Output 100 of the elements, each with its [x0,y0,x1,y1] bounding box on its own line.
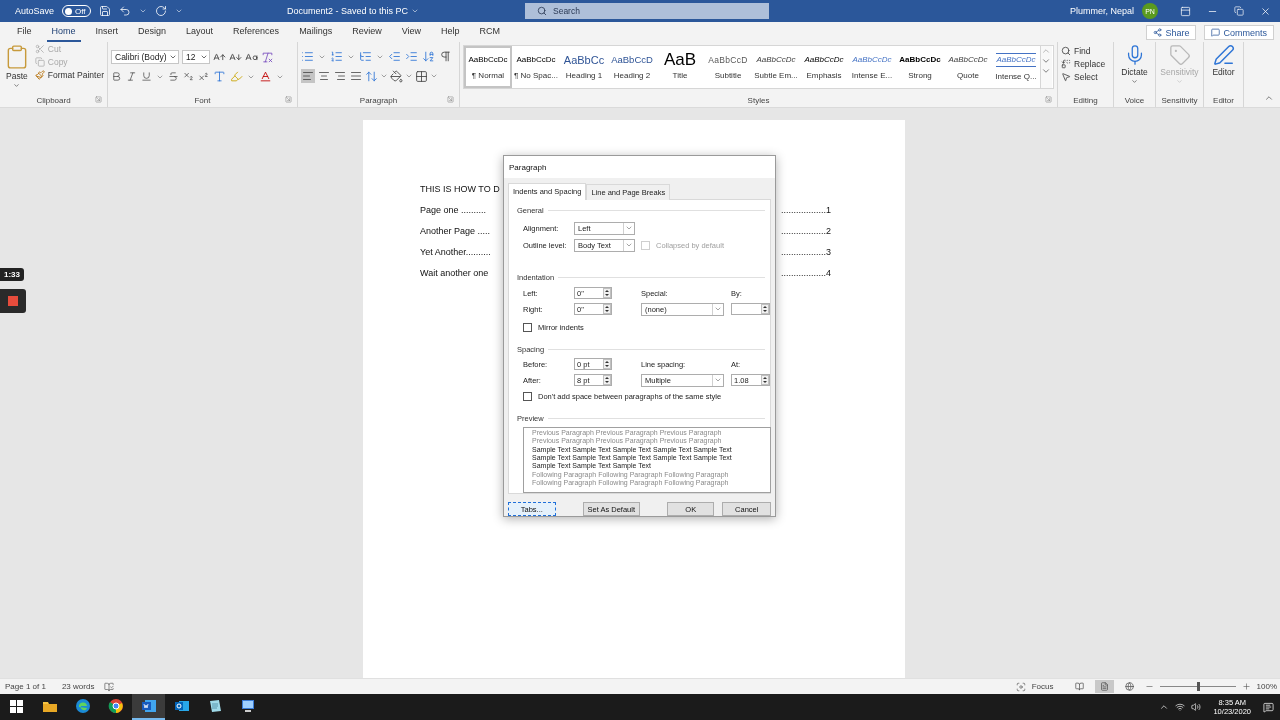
dictate-button[interactable]: Dictate [1117,44,1152,93]
align-right-button[interactable] [333,69,347,83]
ribbon-tab[interactable]: Layout [181,26,219,42]
strikethrough-icon[interactable] [168,71,179,82]
document-app-icon[interactable] [140,698,157,714]
bullets-icon[interactable] [301,50,314,63]
replace-button[interactable]: Replace [1061,59,1106,69]
style-item[interactable]: AaBbCcDc Intense Q... [992,46,1040,88]
bold-icon[interactable] [111,71,122,82]
dialog-launcher-icon[interactable] [447,96,454,103]
shading-icon[interactable] [390,69,403,83]
font-name-field[interactable]: Calibri (Body) [111,50,179,64]
decrease-indent-icon[interactable] [388,50,401,63]
caret-icon[interactable] [714,305,722,313]
style-item[interactable]: AaBbCcDc Strong [896,46,944,88]
up-down-arrows-icon[interactable] [761,304,769,314]
ribbon-display-icon[interactable] [1180,5,1191,17]
checkbox[interactable] [523,391,532,401]
style-item[interactable]: AaBbCcDc Emphasis [800,46,848,88]
comments-button[interactable]: Comments [1204,25,1274,40]
caret-icon[interactable] [625,241,633,249]
caret-icon[interactable] [169,53,177,61]
notifications-icon[interactable] [1263,701,1274,713]
redo-icon[interactable] [154,5,167,17]
align-left-button[interactable] [301,69,315,83]
style-item[interactable]: AaBbCcDc Subtle Em... [752,46,800,88]
dialog-launcher-icon[interactable] [285,96,292,103]
ribbon-tab[interactable]: Help [436,26,465,42]
caret-icon[interactable] [405,72,413,80]
style-item[interactable]: AaBbCcDc ¶ Normal [464,46,512,88]
line-spacing-icon[interactable] [365,69,378,83]
multilevel-list-icon[interactable] [359,50,372,63]
by-field[interactable] [731,303,770,315]
underline-icon[interactable] [141,71,152,82]
print-layout-button[interactable] [1094,680,1114,693]
volume-icon[interactable] [1191,702,1202,712]
style-item[interactable]: AaB Title [656,46,704,88]
sort-icon[interactable] [422,50,435,63]
collapse-ribbon-icon[interactable] [1264,93,1274,103]
ribbon-tab[interactable]: RCM [474,26,506,42]
caret-icon[interactable] [138,7,147,15]
search-field[interactable]: Search [525,3,769,19]
font-color-icon[interactable] [259,70,272,83]
caret-icon[interactable] [380,72,388,80]
scroll-down-icon[interactable] [1041,56,1051,66]
style-item[interactable]: AaBbCcDc ¶ No Spac... [512,46,560,88]
chrome-icon[interactable] [107,698,124,714]
pilcrow-icon[interactable] [439,50,452,63]
caret-icon[interactable] [714,376,722,384]
outlook-icon[interactable] [173,698,190,714]
subscript-icon[interactable] [183,71,194,82]
edge-icon[interactable] [74,698,91,714]
up-down-arrows-icon[interactable] [603,304,611,314]
computer-icon[interactable] [239,698,256,714]
zoom-in-icon[interactable] [1241,682,1251,691]
font-size-field[interactable]: 12 [182,50,210,64]
proofing-icon[interactable] [104,681,115,692]
customize-icon[interactable] [174,7,183,15]
style-item[interactable]: AaBbCc Heading 1 [560,46,608,88]
caret-icon[interactable] [411,7,420,15]
caret-icon[interactable] [200,53,208,61]
focus-icon[interactable] [1015,681,1026,692]
numbering-icon[interactable] [330,50,343,63]
tray-overflow-icon[interactable] [1159,702,1170,712]
align-center-button[interactable] [317,69,331,83]
dialog-launcher-icon[interactable] [95,96,102,103]
restore-icon[interactable] [1234,6,1244,16]
checkbox[interactable] [523,322,532,332]
up-down-arrows-icon[interactable] [603,288,611,298]
editor-button[interactable]: Editor [1207,44,1240,93]
up-down-arrows-icon[interactable] [603,359,611,369]
italic-icon[interactable] [126,71,137,82]
undo-icon[interactable] [118,5,131,17]
justify-button[interactable] [349,69,363,83]
ribbon-tab[interactable]: References [228,26,285,42]
style-item[interactable]: AaBbCcDc Quote [944,46,992,88]
up-down-arrows-icon[interactable] [603,375,611,385]
paste-button[interactable]: Paste [3,44,31,93]
share-button[interactable]: Share [1146,25,1197,40]
ribbon-tab[interactable]: Design [133,26,172,42]
save-icon[interactable] [98,5,111,17]
ribbon-tab[interactable]: Insert [90,26,124,42]
zoom-thumb[interactable] [1196,682,1200,691]
style-item[interactable]: AaBbCcD Subtitle [704,46,752,88]
ribbon-tab[interactable]: View [396,26,426,42]
up-down-arrows-icon[interactable] [761,375,769,385]
style-item[interactable]: AaBbCcDc Intense E... [848,46,896,88]
style-item[interactable]: AaBbCcD Heading 2 [608,46,656,88]
caret-icon[interactable] [625,224,633,232]
stop-recording-button[interactable] [0,289,26,313]
close-icon[interactable] [1260,5,1271,17]
increase-indent-icon[interactable] [405,50,418,63]
caret-icon[interactable] [430,72,438,80]
borders-icon[interactable] [415,69,428,83]
select-button[interactable]: Select [1061,72,1106,82]
superscript-icon[interactable] [198,71,209,82]
network-icon[interactable] [1175,702,1186,712]
clear-formatting-icon[interactable] [261,50,274,64]
dialog-launcher-icon[interactable] [1045,96,1052,103]
focus-label[interactable]: Focus [1031,682,1054,691]
